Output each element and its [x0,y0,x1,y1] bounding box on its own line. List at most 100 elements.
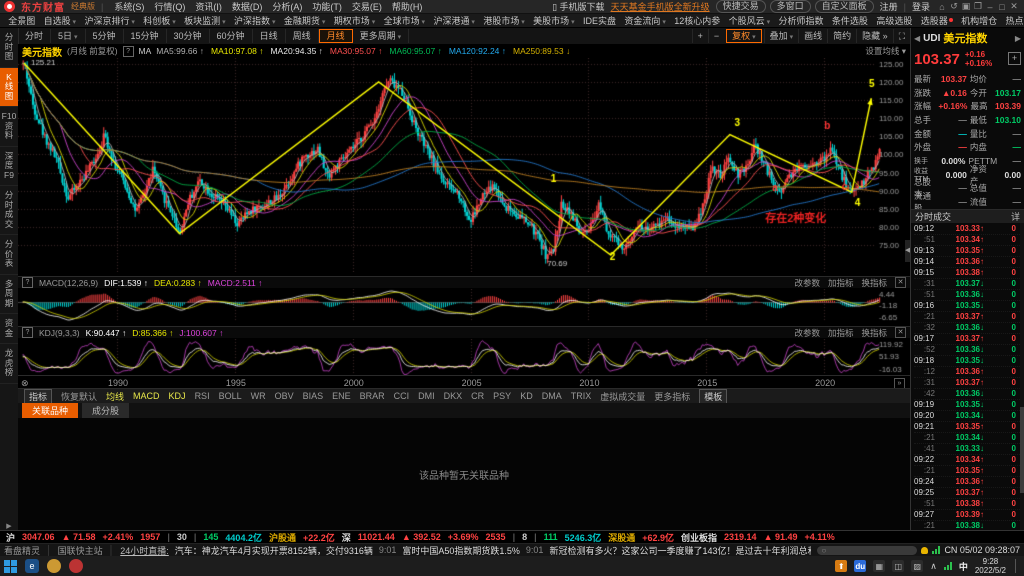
nav-item-热点追击[interactable]: 热点追击 [1001,14,1024,27]
indicator-tab-ENE[interactable]: ENE [332,391,351,401]
tab-关联品种[interactable]: 关联品种 [22,403,78,418]
kdj-canvas[interactable] [18,339,910,375]
tick-row[interactable]: :21103.34↓0 [914,433,1022,444]
sidebar-item-资金[interactable]: 资金 [0,314,18,344]
tick-detail-link[interactable]: 详 [1011,210,1020,223]
tick-row[interactable]: 09:19103.35↓0 [914,400,1022,411]
period-button-5日[interactable]: 5日 ▾ [51,29,85,43]
taskbar-app-icon[interactable]: e [25,559,39,573]
nav-item-金融期货[interactable]: 金融期货 ▾ [280,14,330,27]
toolbar-pill-button[interactable]: 快捷交易 [716,0,766,13]
menu-item[interactable]: 行情(Q) [149,0,190,13]
nav-item-美股市场[interactable]: 美股市场 ▾ [529,14,579,27]
nav-item-港股市场[interactable]: 港股市场 ▾ [479,14,529,27]
nav-item-沪深京排行[interactable]: 沪深京排行 ▾ [80,14,139,27]
indicator-tab-模板[interactable]: 模板 [699,389,727,404]
tick-row[interactable]: :31103.37↓0 [914,279,1022,290]
menu-item[interactable]: 系统(S) [109,0,149,13]
kdj-link-换指标[interactable]: 换指标 [861,327,887,339]
scroll-thumb[interactable] [1020,407,1024,493]
nav-item-机构增仓[interactable]: 机构增仓 [957,14,1001,27]
tick-row[interactable]: 09:17103.37↑0 [914,334,1022,345]
ime-indicator[interactable]: 中 [959,560,968,573]
news-item[interactable]: 富时中国A50指数期货跌1.5% [402,544,520,557]
period-button-月线[interactable]: 月线 [319,29,353,43]
chart-tool-叠加[interactable]: 叠加 ▾ [764,29,798,43]
indicator-tab-KDJ[interactable]: KDJ [169,391,186,401]
tick-row[interactable]: 09:21103.35↑0 [914,422,1022,433]
chart-tool-复权[interactable]: 复权 ▾ [726,29,761,43]
tick-row[interactable]: :21103.35↑0 [914,466,1022,477]
nav-item-沪深指数[interactable]: 沪深指数 ▾ [230,14,280,27]
news-item[interactable]: 9:01 [526,545,544,555]
tick-row[interactable]: :31103.37↑0 [914,378,1022,389]
indicator-tab-CCI[interactable]: CCI [394,391,410,401]
nav-item-个股风云[interactable]: 个股风云 ▾ [724,14,774,27]
news-item[interactable]: 看盘精灵 [4,544,40,557]
indicator-tab-TRIX[interactable]: TRIX [571,391,592,401]
tray-icon[interactable]: ◫ [892,560,904,572]
network-icon[interactable] [944,562,952,570]
indicator-tab-MACD[interactable]: MACD [133,391,160,401]
sidebar-item-多周期[interactable]: 多周期 [0,275,18,315]
nav-item-科创板[interactable]: 科创板 ▾ [139,14,180,27]
close-button[interactable]: ✕ [1008,1,1020,12]
nav-item-条件选股[interactable]: 条件选股 [828,14,872,27]
nav-item-IDE实盘[interactable]: IDE实盘 [579,14,620,27]
sidebar-item-K线图[interactable]: K线图 [0,68,18,108]
tick-row[interactable]: :42103.36↓0 [914,389,1022,400]
tick-row[interactable]: :21103.37↑0 [914,312,1022,323]
tick-row[interactable]: :41103.33↓0 [914,444,1022,455]
login-link[interactable]: 登录 [912,0,930,13]
kdj-link-改参数[interactable]: 改参数 [794,327,820,339]
notification-center-button[interactable] [1015,559,1020,573]
taskbar-clock[interactable]: 9:28 2022/5/2 [975,557,1006,575]
fund-promo-link[interactable]: 天天基金手机版全新升级 [611,0,710,13]
macd-canvas[interactable] [18,289,910,322]
sidebar-item-分价表[interactable]: 分价表 [0,235,18,275]
tick-row[interactable]: :51103.38↑0 [914,499,1022,510]
indicator-tab-BOLL[interactable]: BOLL [219,391,242,401]
tick-row[interactable]: :32103.36↓0 [914,323,1022,334]
macd-link-加指标[interactable]: 加指标 [828,277,854,289]
phone-download-link[interactable]: ▯ 手机版下载 [552,0,604,13]
tick-row[interactable]: :51103.34↑0 [914,235,1022,246]
tick-row[interactable]: 09:14103.36↑0 [914,257,1022,268]
next-symbol-button[interactable]: ▶ [1015,34,1021,43]
tick-list[interactable]: 09:12103.33↑0:51103.34↑009:13103.35↑009:… [911,223,1024,530]
period-button-30分钟[interactable]: 30分钟 [167,29,210,43]
menu-item[interactable]: 帮助(H) [387,0,428,13]
tray-expand-arrow[interactable]: ∧ [930,561,937,572]
indicator-tab-均线[interactable]: 均线 [106,390,124,403]
prev-symbol-button[interactable]: ◀ [914,34,920,43]
tick-row[interactable]: 09:27103.39↑0 [914,510,1022,521]
indicator-tab-BIAS[interactable]: BIAS [303,391,324,401]
news-item[interactable]: 汽车：神龙汽车4月实现开票8152辆，交付9316辆 [175,544,373,557]
tick-row[interactable]: 09:15103.38↑0 [914,268,1022,279]
menu-item[interactable]: 数据(D) [227,0,268,13]
kdj-close-icon[interactable]: ✕ [895,327,906,338]
market-summary-bar[interactable]: 沪3047.06▲ 71.58+2.41%1957|30|1454404.2亿沪… [0,530,1024,543]
app-icon[interactable] [69,559,83,573]
tick-row[interactable]: 09:13103.35↑0 [914,246,1022,257]
sidebar-item-分时成交[interactable]: 分时成交 [0,186,18,235]
news-item[interactable]: │ [46,545,52,555]
indicator-tab-OBV[interactable]: OBV [275,391,294,401]
period-button-日线[interactable]: 日线 [253,29,286,43]
sidebar-item-龙虎榜[interactable]: 龙虎榜 [0,344,18,384]
home-icon[interactable]: ⌂ [936,2,948,12]
kdj-link-加指标[interactable]: 加指标 [828,327,854,339]
refresh-icon[interactable]: ↺ [948,1,960,12]
nav-item-选股器[interactable]: 选股器 [917,14,957,27]
tick-row[interactable]: 09:20103.34↓0 [914,411,1022,422]
sidebar-item-分时图[interactable]: 分时图 [0,28,18,68]
minimize-button[interactable]: – [984,2,996,12]
chart-tool-简约[interactable]: 简约 [827,29,856,43]
nav-item-期权市场[interactable]: 期权市场 ▾ [330,14,380,27]
period-button-5分钟[interactable]: 5分钟 [86,29,124,43]
tick-row[interactable]: 09:25103.37↑0 [914,488,1022,499]
menu-item[interactable]: 分析(A) [267,0,307,13]
sidebar-item-深度F9[interactable]: 深度F9 [0,147,18,187]
main-chart-canvas[interactable] [18,58,910,272]
indicator-tab-恢复默认[interactable]: 恢复默认 [61,390,97,403]
